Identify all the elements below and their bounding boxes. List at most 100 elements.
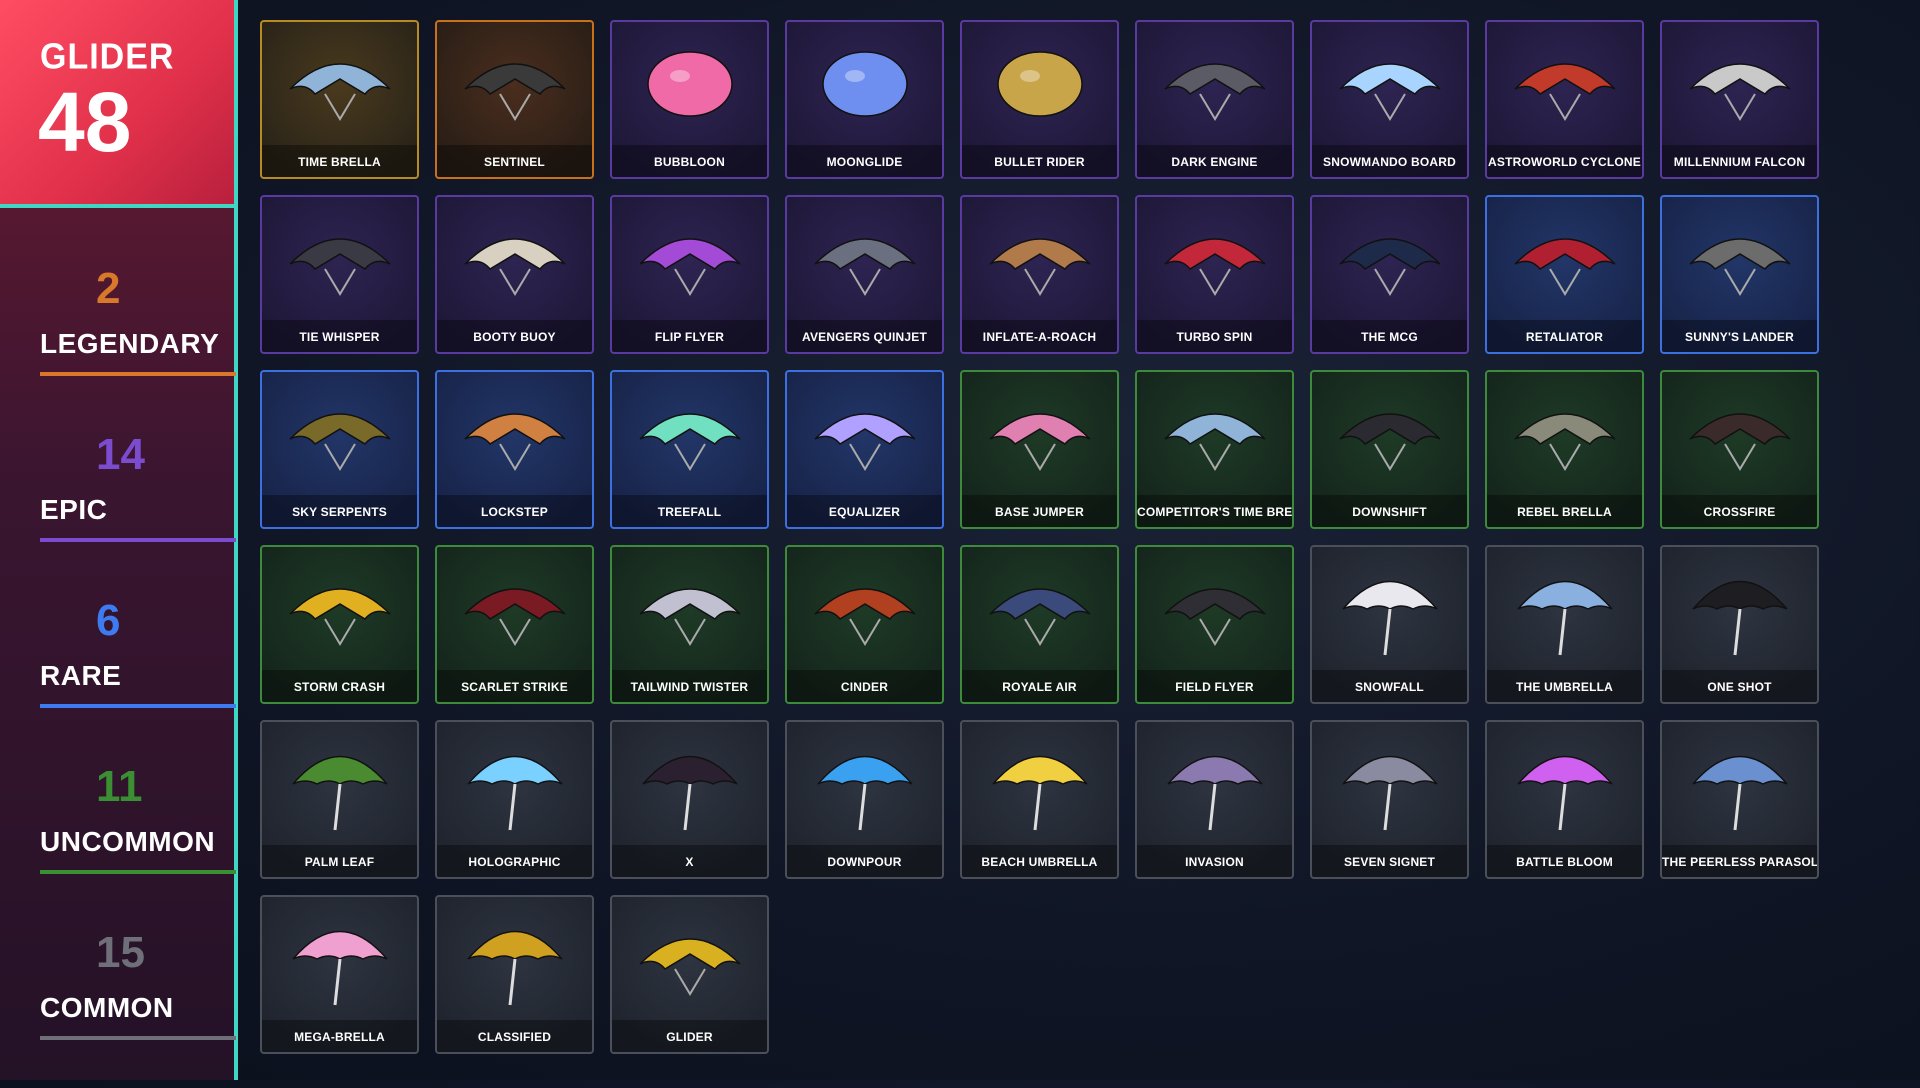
glider-tile[interactable]: ROYALE AIR	[960, 545, 1119, 704]
glider-name: RETALIATOR	[1487, 320, 1642, 352]
glider-name: EQUALIZER	[787, 495, 942, 527]
glider-tile[interactable]: TREEFALL	[610, 370, 769, 529]
red-wing-icon	[1487, 197, 1642, 321]
glider-tile[interactable]: CROSSFIRE	[1660, 370, 1819, 529]
glider-name: BULLET RIDER	[962, 145, 1117, 177]
glider-tile[interactable]: BOOTY BUOY	[435, 195, 594, 354]
glider-tile[interactable]: DOWNSHIFT	[1310, 370, 1469, 529]
glider-name: SCARLET STRIKE	[437, 670, 592, 702]
glider-tile[interactable]: TURBO SPIN	[1135, 195, 1294, 354]
glider-name: GLIDER	[612, 1020, 767, 1052]
glider-tile[interactable]: DOWNPOUR	[785, 720, 944, 879]
glider-tile[interactable]: MOONGLIDE	[785, 20, 944, 179]
default-glider-icon	[612, 897, 767, 1021]
glider-tile[interactable]: SEVEN SIGNET	[1310, 720, 1469, 879]
total-count: 48	[38, 75, 132, 169]
glider-name: INVASION	[1137, 845, 1292, 877]
glider-tile[interactable]: PALM LEAF	[260, 720, 419, 879]
glider-tile[interactable]: SUNNY'S LANDER	[1660, 195, 1819, 354]
red-black-glider-icon	[437, 547, 592, 671]
glider-tile[interactable]: SNOWMANDO BOARD	[1310, 20, 1469, 179]
jet-icon	[787, 197, 942, 321]
glider-tile[interactable]: REBEL BRELLA	[1485, 370, 1644, 529]
glider-tile[interactable]: FLIP FLYER	[610, 195, 769, 354]
dark-umbrella-icon	[612, 722, 767, 846]
glider-tile[interactable]: BATTLE BLOOM	[1485, 720, 1644, 879]
glider-name: THE UMBRELLA	[1487, 670, 1642, 702]
pink-balloon-icon	[612, 22, 767, 146]
rarity-common: 15 COMMON	[40, 928, 236, 1088]
glider-tile[interactable]: BULLET RIDER	[960, 20, 1119, 179]
glider-name: SNOWFALL	[1312, 670, 1467, 702]
glider-tile[interactable]: ASTROWORLD CYCLONE	[1485, 20, 1644, 179]
category-label: GLIDER	[40, 37, 175, 77]
glider-tile[interactable]: SKY SERPENTS	[260, 370, 419, 529]
hang-glider-icon	[962, 372, 1117, 496]
glider-tile[interactable]: TAILWIND TWISTER	[610, 545, 769, 704]
glider-name: DOWNPOUR	[787, 845, 942, 877]
pink-umbrella-icon	[262, 897, 417, 1021]
glider-tile[interactable]: COMPETITOR'S TIME BRELLA	[1135, 370, 1294, 529]
wing-glider-icon	[1312, 197, 1467, 321]
glider-name: X	[612, 845, 767, 877]
glider-tile[interactable]: THE MCG	[1310, 195, 1469, 354]
glider-name: BEACH UMBRELLA	[962, 845, 1117, 877]
rarity-count: 6	[96, 596, 121, 645]
glider-tile[interactable]: X	[610, 720, 769, 879]
glider-tile[interactable]: BEACH UMBRELLA	[960, 720, 1119, 879]
glider-name: TIME BRELLA	[262, 145, 417, 177]
glider-tile[interactable]: THE PEERLESS PARASOL	[1660, 720, 1819, 879]
glider-grid: TIME BRELLA SENTINEL BUBBLOON MOONGLIDE BULL…	[260, 20, 1819, 1054]
blue-glider-icon	[962, 547, 1117, 671]
glider-tile[interactable]: EQUALIZER	[785, 370, 944, 529]
glider-tile[interactable]: LOCKSTEP	[435, 370, 594, 529]
glider-tile[interactable]: FIELD FLYER	[1135, 545, 1294, 704]
glider-tile[interactable]: CINDER	[785, 545, 944, 704]
glider-tile[interactable]: INFLATE-A-ROACH	[960, 195, 1119, 354]
glider-tile[interactable]: DARK ENGINE	[1135, 20, 1294, 179]
rarity-name: RARE	[40, 660, 122, 691]
glider-tile[interactable]: CLASSIFIED	[435, 895, 594, 1054]
glider-tile[interactable]: TIE WHISPER	[260, 195, 419, 354]
ufo-umbrella-icon	[1137, 722, 1292, 846]
glider-tile[interactable]: BASE JUMPER	[960, 370, 1119, 529]
glider-tile[interactable]: ONE SHOT	[1660, 545, 1819, 704]
glider-tile[interactable]: GLIDER	[610, 895, 769, 1054]
glider-name: ROYALE AIR	[962, 670, 1117, 702]
glider-tile[interactable]: SCARLET STRIKE	[435, 545, 594, 704]
glider-name: TIE WHISPER	[262, 320, 417, 352]
glider-tile[interactable]: THE UMBRELLA	[1485, 545, 1644, 704]
rarity-underline	[40, 704, 236, 708]
glider-name: BOOTY BUOY	[437, 320, 592, 352]
glider-tile[interactable]: AVENGERS QUINJET	[785, 195, 944, 354]
glider-tile[interactable]: BUBBLOON	[610, 20, 769, 179]
glider-name: MEGA-BRELLA	[262, 1020, 417, 1052]
tie-fighter-icon	[262, 197, 417, 321]
snow-umbrella-icon	[1312, 547, 1467, 671]
glider-tile[interactable]: RETALIATOR	[1485, 195, 1644, 354]
glider-name: THE MCG	[1312, 320, 1467, 352]
glider-name: SEVEN SIGNET	[1312, 845, 1467, 877]
glider-tile[interactable]: SENTINEL	[435, 20, 594, 179]
glider-tile[interactable]: INVASION	[1135, 720, 1294, 879]
glider-tile[interactable]: MEGA-BRELLA	[260, 895, 419, 1054]
snowboard-icon	[1312, 22, 1467, 146]
rarity-epic: 14 EPIC	[40, 430, 236, 590]
glider-tile[interactable]: SNOWFALL	[1310, 545, 1469, 704]
glider-tile[interactable]: STORM CRASH	[260, 545, 419, 704]
glider-name: CROSSFIRE	[1662, 495, 1817, 527]
glider-name: COMPETITOR'S TIME BRELLA	[1137, 495, 1292, 527]
holo-umbrella-icon	[437, 722, 592, 846]
rarity-name: COMMON	[40, 992, 174, 1023]
gold-umbrella-icon	[437, 897, 592, 1021]
glider-name: MILLENNIUM FALCON	[1662, 145, 1817, 177]
glider-name: SNOWMANDO BOARD	[1312, 145, 1467, 177]
glider-name: BASE JUMPER	[962, 495, 1117, 527]
ufo-glider-icon	[1137, 372, 1292, 496]
glider-name: BATTLE BLOOM	[1487, 845, 1642, 877]
water-umbrella-icon	[787, 722, 942, 846]
twin-blades-icon	[612, 197, 767, 321]
glider-tile[interactable]: TIME BRELLA	[260, 20, 419, 179]
glider-tile[interactable]: HOLOGRAPHIC	[435, 720, 594, 879]
glider-tile[interactable]: MILLENNIUM FALCON	[1660, 20, 1819, 179]
